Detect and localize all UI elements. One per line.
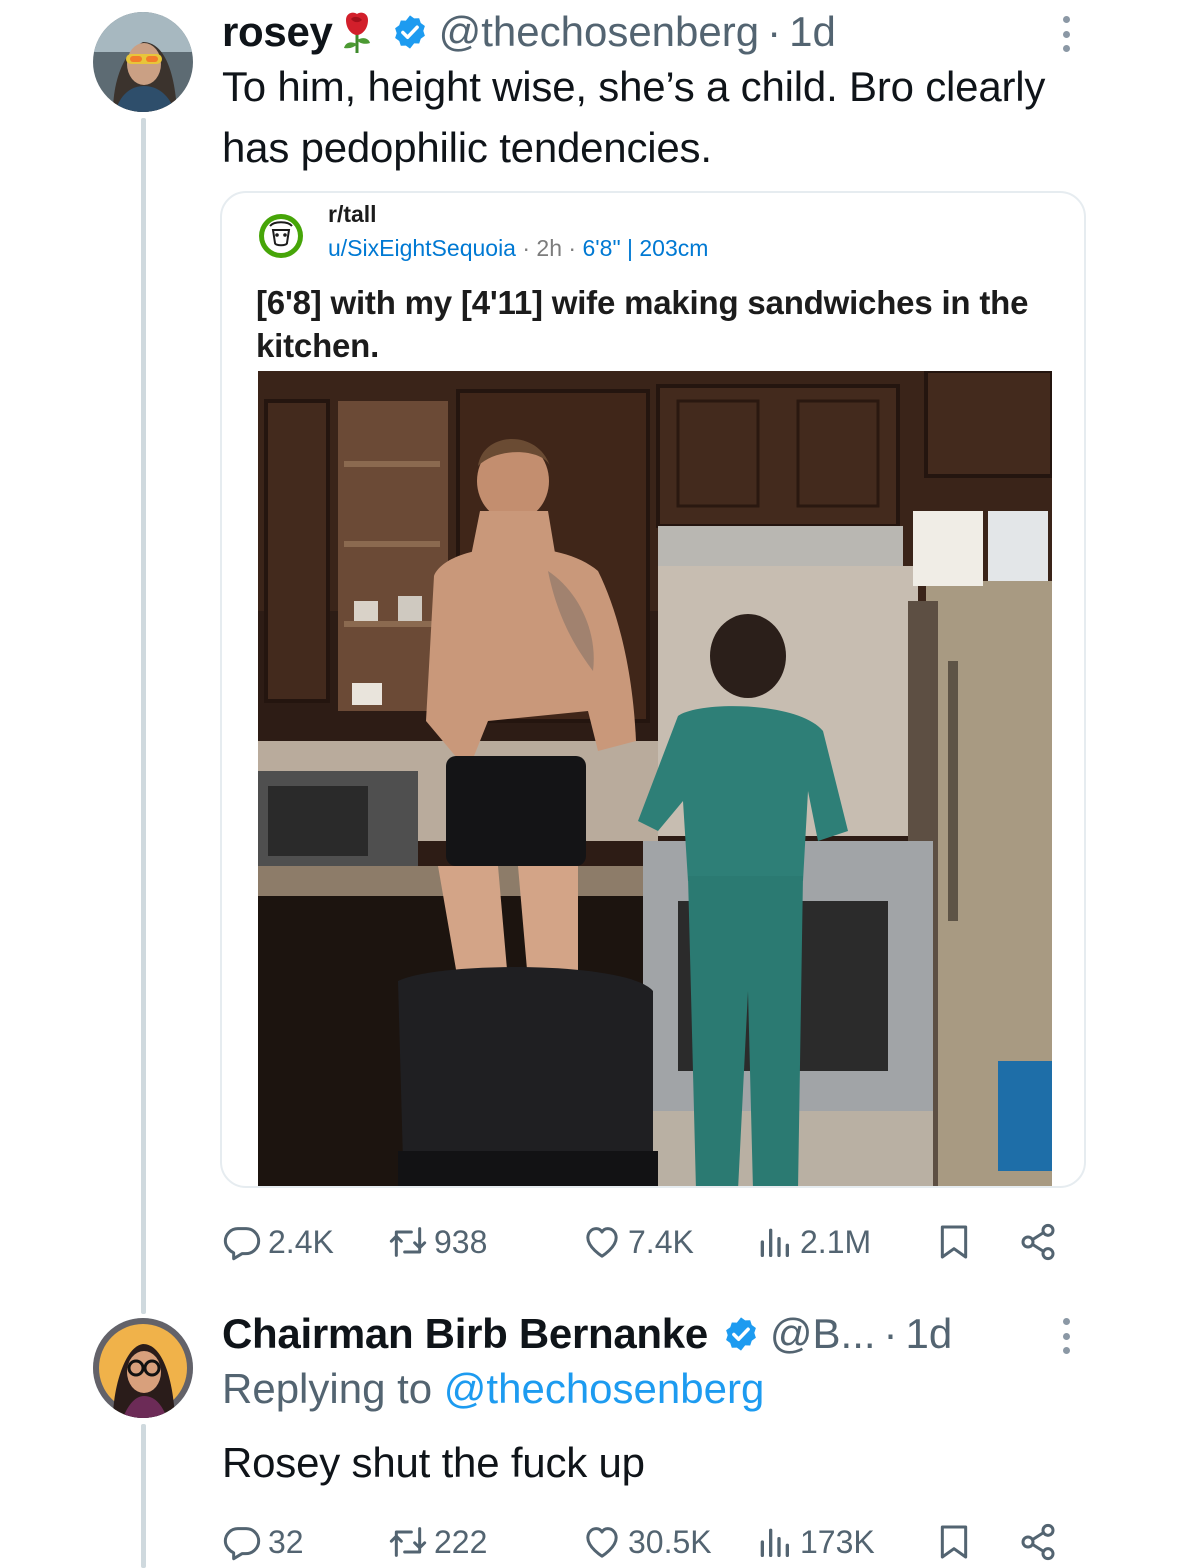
more-options-icon[interactable] xyxy=(1060,16,1072,52)
share-icon xyxy=(1021,1523,1055,1561)
share-icon xyxy=(1021,1223,1055,1261)
repost-icon xyxy=(389,1527,427,1557)
like-count: 30.5K xyxy=(628,1523,712,1560)
view-count: 173K xyxy=(800,1523,875,1560)
verified-badge-icon xyxy=(725,1317,756,1351)
timestamp[interactable]: 1d xyxy=(906,1310,953,1358)
tweet-actions: 32 222 30.5K 173K xyxy=(222,1518,1062,1566)
tweet-actions: 2.4K 938 7.4K 2.1M xyxy=(222,1218,1062,1266)
tweet-text: To him, height wise, she’s a child. Bro … xyxy=(222,63,1046,171)
post-age: 2h xyxy=(536,235,563,261)
bookmark-button[interactable] xyxy=(934,1518,974,1566)
user-flair: 6'8" | 203cm xyxy=(582,235,709,261)
view-count: 2.1M xyxy=(800,1223,872,1260)
tweet-text: Rosey shut the fuck up xyxy=(222,1439,645,1486)
meta-separator: · xyxy=(568,235,577,261)
replying-to: Replying to @thechosenberg xyxy=(222,1365,764,1413)
reply-count: 32 xyxy=(268,1523,304,1560)
reply-icon xyxy=(223,1227,261,1261)
views-icon xyxy=(760,1528,789,1557)
verified-badge-icon xyxy=(394,15,425,49)
post-meta: u/SixEightSequoia · 2h · 6'8" | 203cm xyxy=(328,235,708,262)
tweet-header: rosey @thechosenberg · 1d xyxy=(222,8,836,56)
rose-emoji-icon xyxy=(343,12,370,53)
share-button[interactable] xyxy=(1018,1518,1058,1566)
tweet-header: Chairman Birb Bernanke @B... · 1d xyxy=(222,1310,952,1358)
repost-icon xyxy=(389,1227,427,1257)
user-handle[interactable]: @thechosenberg xyxy=(439,8,760,56)
thread-connector-line xyxy=(141,118,146,1314)
display-name[interactable]: rosey xyxy=(222,8,333,56)
post-title: [6'8] with my [4'11] wife making sandwic… xyxy=(256,284,1029,364)
like-button[interactable]: 7.4K xyxy=(582,1218,694,1266)
thread-connector-line xyxy=(141,1424,146,1568)
share-button[interactable] xyxy=(1018,1218,1058,1266)
bookmark-icon xyxy=(940,1225,968,1259)
kitchen-photo[interactable] xyxy=(258,371,1052,1186)
like-count: 7.4K xyxy=(628,1223,694,1260)
subreddit-icon xyxy=(259,214,303,258)
views-button[interactable]: 2.1M xyxy=(754,1218,871,1266)
separator-dot: · xyxy=(883,1310,898,1357)
replying-to-label: Replying to xyxy=(222,1365,433,1412)
separator-dot: · xyxy=(767,8,782,55)
subreddit-name[interactable]: r/tall xyxy=(328,201,377,228)
bookmark-icon xyxy=(940,1525,968,1559)
user-handle[interactable]: @B... xyxy=(770,1310,876,1358)
quoted-reddit-post[interactable]: r/tall u/SixEightSequoia · 2h · 6'8" | 2… xyxy=(220,191,1086,1188)
heart-icon xyxy=(586,1527,618,1558)
views-icon xyxy=(760,1228,789,1257)
repost-count: 222 xyxy=(434,1523,488,1560)
reply-button[interactable]: 2.4K xyxy=(222,1218,334,1266)
avatar-chairman-birb-bernanke[interactable] xyxy=(93,1318,193,1418)
reply-button[interactable]: 32 xyxy=(222,1518,304,1566)
replying-to-handle-link[interactable]: @thechosenberg xyxy=(444,1365,765,1412)
more-options-icon[interactable] xyxy=(1060,1318,1072,1354)
repost-button[interactable]: 222 xyxy=(388,1518,487,1566)
timestamp[interactable]: 1d xyxy=(789,8,836,56)
repost-button[interactable]: 938 xyxy=(388,1218,487,1266)
avatar-rosey[interactable] xyxy=(93,12,193,112)
meta-separator: · xyxy=(522,235,531,261)
repost-count: 938 xyxy=(434,1223,488,1260)
reply-icon xyxy=(223,1527,261,1561)
heart-icon xyxy=(586,1227,618,1258)
bookmark-button[interactable] xyxy=(934,1218,974,1266)
post-author[interactable]: u/SixEightSequoia xyxy=(328,235,516,261)
like-button[interactable]: 30.5K xyxy=(582,1518,712,1566)
views-button[interactable]: 173K xyxy=(754,1518,875,1566)
display-name[interactable]: Chairman Birb Bernanke xyxy=(222,1310,708,1358)
reply-count: 2.4K xyxy=(268,1223,334,1260)
